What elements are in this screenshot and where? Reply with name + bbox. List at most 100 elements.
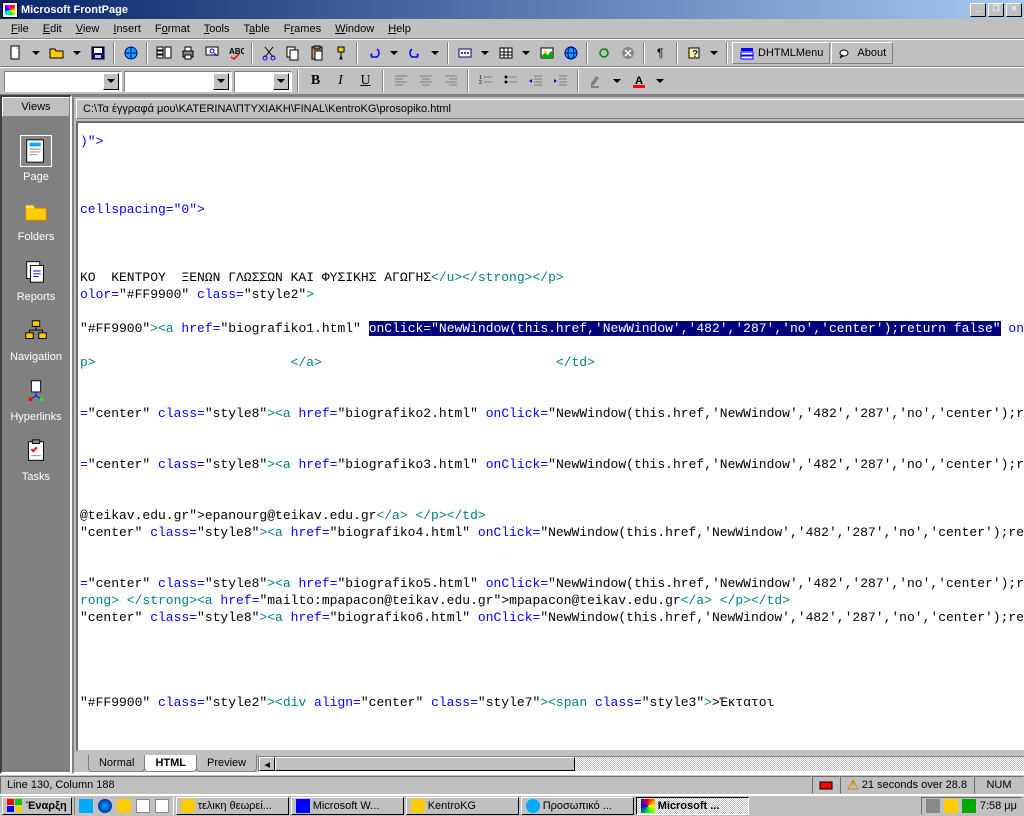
task-5-active[interactable]: Microsoft ... (636, 797, 749, 815)
view-hyperlinks[interactable]: Hyperlinks (6, 371, 65, 427)
menu-tools[interactable]: Tools (197, 21, 237, 37)
font-color-button[interactable]: A (627, 70, 650, 92)
quick-launch (74, 797, 174, 815)
align-right-button[interactable] (439, 70, 462, 92)
restore-button[interactable]: ❐ (988, 3, 1004, 17)
task-1[interactable]: τελικη θεωρεί... (176, 797, 289, 815)
dhtml-menu-button[interactable]: DHTMLMenu (732, 42, 830, 64)
view-navigation[interactable]: Navigation (6, 311, 66, 367)
outdent-button[interactable] (524, 70, 547, 92)
menu-file[interactable]: File (4, 21, 36, 37)
format-painter-button[interactable] (329, 42, 352, 64)
undo-dd[interactable] (386, 42, 402, 64)
print-button[interactable] (176, 42, 199, 64)
task-3[interactable]: KentroKG (406, 797, 519, 815)
indent-button[interactable] (549, 70, 572, 92)
tab-html[interactable]: HTML (144, 755, 197, 772)
preview-browser-button[interactable] (200, 42, 223, 64)
new-page-button[interactable] (4, 42, 27, 64)
save-button[interactable] (86, 42, 109, 64)
minimize-button[interactable]: _ (970, 3, 986, 17)
tray-clock[interactable]: 7:58 μμ (980, 800, 1017, 812)
tab-preview[interactable]: Preview (196, 755, 257, 772)
about-button[interactable]: About (831, 42, 893, 64)
start-button[interactable]: Έναρξη (2, 797, 72, 815)
publish-button[interactable] (119, 42, 142, 64)
view-page[interactable]: Page (16, 131, 56, 187)
undo-button[interactable] (362, 42, 385, 64)
scroll-thumb-h[interactable] (275, 757, 575, 771)
app-title: Microsoft FrontPage (21, 4, 970, 16)
new-page-dd[interactable] (28, 42, 44, 64)
open-button[interactable] (45, 42, 68, 64)
folder-list-button[interactable] (152, 42, 175, 64)
table-dd[interactable] (518, 42, 534, 64)
menu-frames[interactable]: Frames (277, 21, 328, 37)
task-4[interactable]: Προσωπικό ... (521, 797, 634, 815)
highlight-button[interactable] (584, 70, 607, 92)
cut-button[interactable] (257, 42, 280, 64)
help-dd[interactable] (706, 42, 722, 64)
ql-app1-icon[interactable] (134, 797, 152, 815)
redo-button[interactable] (403, 42, 426, 64)
align-left-button[interactable] (389, 70, 412, 92)
task-2[interactable]: Microsoft W... (291, 797, 404, 815)
highlight-dd[interactable] (609, 70, 625, 92)
tray-icon-2[interactable] (944, 799, 958, 813)
svg-text:2: 2 (479, 80, 482, 86)
menu-help[interactable]: Help (381, 21, 418, 37)
tray-icon-1[interactable] (926, 799, 940, 813)
spelling-button[interactable]: ABC (224, 42, 247, 64)
ql-ie-icon[interactable] (96, 797, 114, 815)
size-combo[interactable] (234, 71, 292, 92)
menu-insert[interactable]: Insert (106, 21, 148, 37)
status-bar: Line 130, Column 188 21 seconds over 28.… (0, 774, 1024, 794)
stop-button[interactable] (616, 42, 639, 64)
open-dd[interactable] (69, 42, 85, 64)
paste-button[interactable] (305, 42, 328, 64)
insert-table-button[interactable] (494, 42, 517, 64)
redo-dd[interactable] (427, 42, 443, 64)
hyperlink-button[interactable] (559, 42, 582, 64)
insert-component-button[interactable] (453, 42, 476, 64)
close-button[interactable]: ✕ (1006, 3, 1022, 17)
view-reports[interactable]: Reports (13, 251, 60, 307)
copy-button[interactable] (281, 42, 304, 64)
insert-picture-button[interactable] (535, 42, 558, 64)
status-download: 21 seconds over 28.8 (840, 776, 974, 794)
menu-edit[interactable]: Edit (36, 21, 69, 37)
bullets-button[interactable] (499, 70, 522, 92)
menu-format[interactable]: Format (148, 21, 197, 37)
titlebar: Microsoft FrontPage _ ❐ ✕ (0, 0, 1024, 19)
bold-button[interactable]: B (304, 70, 327, 92)
ql-outlook-icon[interactable] (115, 797, 133, 815)
svg-text:ABC: ABC (229, 47, 244, 56)
ql-app2-icon[interactable] (153, 797, 171, 815)
tray-icon-3[interactable] (962, 799, 976, 813)
system-tray[interactable]: 7:58 μμ (921, 797, 1022, 815)
html-editor[interactable]: )"> cellspacing="0"> ΚΟ ΚΕΝΤΡΟΥ ΞΕΝΩΝ ΓΛ… (76, 121, 1024, 752)
app-icon (2, 2, 18, 18)
font-color-dd[interactable] (652, 70, 668, 92)
ql-desktop-icon[interactable] (77, 797, 95, 815)
align-center-button[interactable] (414, 70, 437, 92)
show-all-button[interactable]: ¶ (649, 42, 672, 64)
tab-normal[interactable]: Normal (88, 755, 145, 772)
horizontal-scrollbar[interactable]: ◂ ▸ (258, 756, 1024, 772)
style-combo[interactable] (4, 71, 122, 92)
numbering-button[interactable]: 12 (474, 70, 497, 92)
scroll-left-button[interactable]: ◂ (259, 757, 275, 771)
svg-text:¶: ¶ (657, 46, 663, 60)
view-folders[interactable]: Folders (14, 191, 59, 247)
underline-button[interactable]: U (354, 70, 377, 92)
font-combo[interactable] (124, 71, 232, 92)
status-num: NUM (974, 776, 1024, 794)
menu-view[interactable]: View (69, 21, 107, 37)
menu-window[interactable]: Window (328, 21, 381, 37)
italic-button[interactable]: I (329, 70, 352, 92)
component-dd[interactable] (477, 42, 493, 64)
menu-table[interactable]: Table (236, 21, 276, 37)
refresh-button[interactable] (592, 42, 615, 64)
view-tasks[interactable]: Tasks (16, 431, 56, 487)
help-button[interactable]: ? (682, 42, 705, 64)
